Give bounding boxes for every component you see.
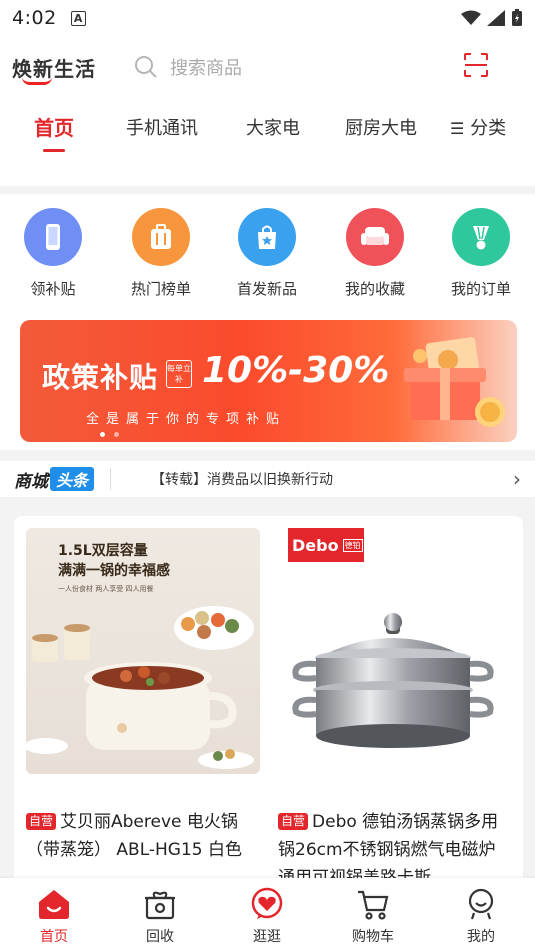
app-logo[interactable]: 焕新生活 bbox=[12, 53, 96, 85]
bag-icon bbox=[238, 208, 296, 266]
nav-label: 回收 bbox=[146, 929, 174, 945]
nav-recycle[interactable]: 回收 bbox=[120, 886, 200, 946]
self-operated-badge: 自营 bbox=[26, 813, 57, 830]
shortcut-favorites[interactable]: 我的收藏 bbox=[330, 208, 420, 299]
tab-category[interactable]: ☰ 分类 bbox=[450, 114, 506, 140]
status-bar: 4:02 A bbox=[0, 0, 535, 36]
wifi-icon bbox=[461, 10, 481, 25]
gift-box-icon bbox=[404, 337, 505, 427]
nav-cart[interactable]: 购物车 bbox=[333, 886, 413, 946]
scan-button[interactable] bbox=[463, 52, 489, 82]
category-icon: ☰ bbox=[450, 119, 465, 138]
status-time: 4:02 bbox=[12, 7, 57, 29]
product-card[interactable]: Debo 德铂 自营 Debo 德铂汤锅蒸锅多用锅26cm不锈钢锅燃气电磁炉 bbox=[278, 528, 512, 892]
news-brand-badge: 头条 bbox=[50, 467, 95, 491]
suitcase-icon bbox=[132, 208, 190, 266]
bottom-navigation: 首页 回收 逛逛 购物车 我的 bbox=[0, 878, 535, 952]
banner-percent: 10%-30% bbox=[202, 350, 390, 391]
shortcut-orders[interactable]: 我的订单 bbox=[436, 208, 526, 299]
search-icon bbox=[135, 56, 157, 78]
scan-icon bbox=[464, 53, 488, 77]
chevron-right-icon[interactable]: › bbox=[513, 467, 521, 491]
recycle-box-icon bbox=[120, 886, 200, 922]
battery-icon bbox=[512, 9, 522, 26]
banner-title: 政策补贴 bbox=[42, 361, 159, 394]
nav-home[interactable]: 首页 bbox=[14, 886, 94, 946]
notification-a-icon: A bbox=[70, 10, 86, 26]
news-divider bbox=[110, 468, 112, 490]
hotpot-illustration bbox=[26, 606, 254, 769]
shortcut-label: 领补贴 bbox=[30, 280, 76, 298]
shortcut-label: 热门榜单 bbox=[130, 280, 191, 298]
tab-category-label: 分类 bbox=[470, 118, 507, 139]
product-title-text: 艾贝丽Abereve 电火锅（带蒸笼） ABL-HG15 白色 bbox=[26, 812, 242, 860]
shortcut-label: 我的收藏 bbox=[344, 280, 405, 298]
banner-tag: 每单立补 bbox=[166, 360, 192, 388]
tab-phones[interactable]: 手机通讯 bbox=[126, 114, 198, 140]
badminton-icon bbox=[452, 208, 510, 266]
tab-appliances[interactable]: 大家电 bbox=[246, 114, 300, 140]
top-header: 焕新生活 搜索商品 bbox=[0, 36, 535, 98]
shortcut-label: 首发新品 bbox=[236, 280, 297, 298]
nav-label: 我的 bbox=[467, 929, 495, 945]
shortcut-hot-list[interactable]: 热门榜单 bbox=[116, 208, 206, 299]
signal-icon bbox=[487, 10, 505, 26]
banner-subtitle: 全是属于你的专项补贴 bbox=[86, 412, 287, 427]
shortcut-label: 我的订单 bbox=[450, 280, 511, 298]
product-card[interactable]: 1.5L双层容量 满满一锅的幸福感 一人份食材 两人享受 四人用餐 自营 艾贝丽… bbox=[26, 528, 260, 864]
home-icon bbox=[14, 886, 94, 922]
tab-home[interactable]: 首页 bbox=[34, 112, 74, 141]
banner-pager bbox=[100, 432, 119, 437]
nav-browse[interactable]: 逛逛 bbox=[227, 886, 307, 946]
banner-section: 政策补贴 每单立补 10%-30% 全是属于你的专项补贴 bbox=[0, 312, 535, 450]
product-title[interactable]: 自营 艾贝丽Abereve 电火锅（带蒸笼） ABL-HG15 白色 bbox=[26, 808, 260, 864]
pager-dot[interactable] bbox=[114, 432, 119, 437]
nav-label: 首页 bbox=[40, 929, 68, 945]
promo-banner[interactable]: 政策补贴 每单立补 10%-30% 全是属于你的专项补贴 bbox=[20, 320, 517, 442]
nav-label: 购物车 bbox=[352, 929, 394, 945]
search-placeholder: 搜索商品 bbox=[170, 58, 242, 79]
news-ticker[interactable]: 商城 头条 【转载】消费品以旧换新行动 › bbox=[0, 461, 535, 497]
steamer-pot-illustration bbox=[292, 613, 494, 748]
pager-dot[interactable] bbox=[100, 432, 105, 437]
search-bar[interactable]: 搜索商品 bbox=[134, 54, 242, 80]
news-headline[interactable]: 【转载】消费品以旧换新行动 bbox=[151, 469, 333, 489]
app-screen: 4:02 A 焕新生活 搜索商品 首页 手机通讯 大家电 厨房大电 ☰ 分类 领… bbox=[0, 0, 535, 952]
status-icons bbox=[461, 9, 523, 27]
shortcut-subsidy[interactable]: 领补贴 bbox=[8, 208, 98, 299]
shortcut-grid: 领补贴 热门榜单 首发新品 我的收藏 我的订单 bbox=[0, 194, 535, 312]
news-brand: 商城 头条 bbox=[14, 467, 95, 492]
category-tabs: 首页 手机通讯 大家电 厨房大电 ☰ 分类 bbox=[0, 98, 535, 186]
cart-icon bbox=[333, 886, 413, 922]
nav-label: 逛逛 bbox=[253, 929, 281, 945]
active-tab-indicator bbox=[43, 149, 65, 152]
logo-smile-mark bbox=[22, 77, 52, 85]
product-title-text: Debo 德铂汤锅蒸锅多用锅26cm不锈钢锅燃气电磁炉通用可视锅盖路卡斯… bbox=[278, 812, 499, 888]
shortcut-new-arrivals[interactable]: 首发新品 bbox=[222, 208, 312, 299]
heart-bubble-icon bbox=[227, 886, 307, 922]
phone-icon bbox=[24, 208, 82, 266]
product-image[interactable]: 1.5L双层容量 满满一锅的幸福感 一人份食材 两人享受 四人用餐 bbox=[26, 528, 260, 774]
news-brand-text: 商城 bbox=[14, 471, 48, 492]
product-image[interactable]: Debo 德铂 bbox=[278, 528, 512, 774]
sofa-icon bbox=[346, 208, 404, 266]
product-feed: 1.5L双层容量 满满一锅的幸福感 一人份食材 两人享受 四人用餐 自营 艾贝丽… bbox=[14, 516, 523, 896]
self-operated-badge: 自营 bbox=[278, 813, 309, 830]
nav-profile[interactable]: 我的 bbox=[441, 886, 521, 946]
profile-icon bbox=[441, 886, 521, 922]
tab-kitchen[interactable]: 厨房大电 bbox=[345, 114, 417, 140]
